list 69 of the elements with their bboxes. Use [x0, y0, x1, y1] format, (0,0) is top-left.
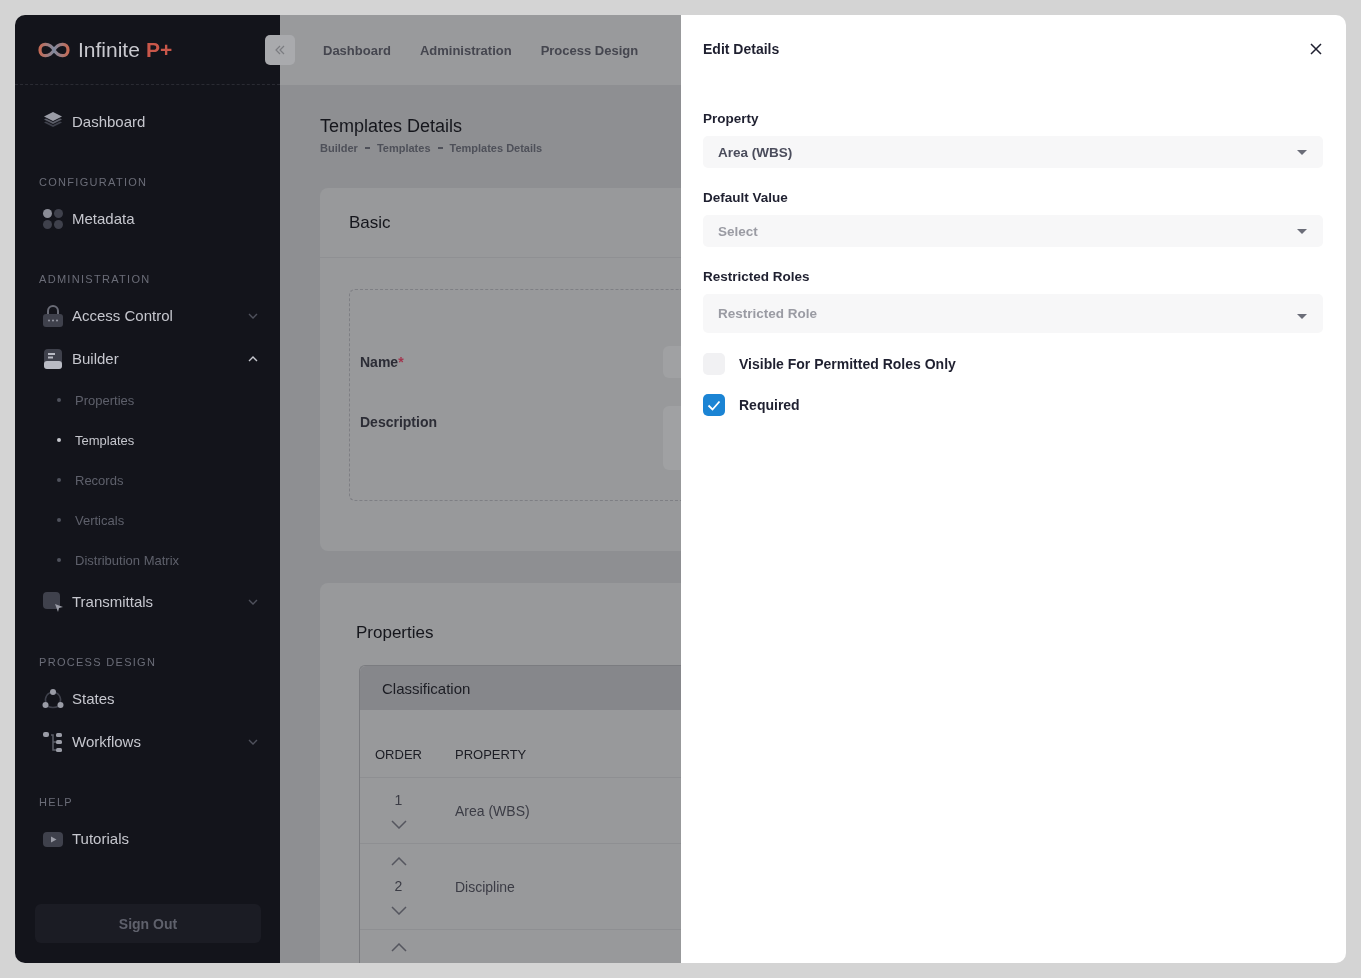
checkbox-label: Required: [739, 397, 800, 413]
nav-link[interactable]: Dashboard: [323, 42, 391, 58]
select-field[interactable]: Select: [703, 215, 1323, 247]
card-title: Basic: [349, 212, 391, 233]
submenu-item[interactable]: Templates: [15, 420, 280, 460]
field-label: Property: [703, 110, 760, 128]
select-field[interactable]: Area (WBS): [703, 136, 1323, 168]
submenu-item[interactable]: Records: [15, 460, 280, 500]
breadcrumb-separator: [364, 147, 370, 149]
doc-icon: [42, 347, 64, 370]
section-heading: ADMINISTRATION: [38, 272, 152, 286]
breadcrumb-link[interactable]: Templates Details: [449, 142, 543, 154]
checkbox[interactable]: [703, 394, 725, 416]
input-field[interactable]: [663, 346, 681, 378]
transmit-icon: [42, 590, 64, 613]
caret-icon: [1297, 228, 1307, 234]
drawer-title: Edit Details: [703, 41, 780, 57]
brand-name: Infinite: [78, 37, 140, 62]
breadcrumb-link[interactable]: Builder: [320, 142, 358, 154]
nav-link[interactable]: Administration: [419, 42, 512, 58]
field-label: Restricted Roles: [703, 268, 811, 286]
table-cell-text: Discipline: [454, 878, 515, 895]
checkbox-label: Visible For Permitted Roles Only: [739, 356, 956, 372]
move-up-icon[interactable]: [390, 943, 407, 952]
nav-link[interactable]: Process Design: [540, 42, 639, 58]
check-icon: [707, 399, 721, 411]
page-title: Templates Details: [320, 115, 464, 137]
card-title: Properties: [356, 622, 435, 644]
field-label: Name*: [360, 353, 405, 370]
table-cell: 1: [394, 791, 403, 809]
section-heading: PROCESS DESIGN: [38, 655, 158, 669]
move-down-icon[interactable]: [390, 906, 407, 915]
sidebar-item[interactable]: Workflows: [15, 720, 280, 763]
breadcrumb-separator: [437, 147, 443, 149]
submenu-item[interactable]: Distribution Matrix: [15, 540, 280, 580]
submenu-item[interactable]: Properties: [15, 380, 280, 420]
submenu-item[interactable]: Verticals: [15, 500, 280, 540]
caret-icon: [1297, 149, 1307, 155]
states-icon: [42, 687, 64, 710]
move-up-icon[interactable]: [390, 857, 407, 866]
dots-icon: [42, 207, 64, 230]
input-field[interactable]: [663, 406, 681, 470]
sidebar-item[interactable]: States: [15, 677, 280, 720]
field-label: Default Value: [703, 189, 789, 207]
double-chevron-left-icon: [274, 45, 286, 55]
sidebar-item[interactable]: Metadata: [15, 197, 280, 240]
sidebar-item[interactable]: Builder: [15, 337, 280, 380]
collapse-button[interactable]: [265, 35, 295, 65]
lock-icon: [42, 304, 64, 327]
section-heading: HELP: [38, 795, 74, 809]
table-cell: 2: [394, 877, 403, 895]
sign-out-button[interactable]: Sign Out: [35, 904, 261, 943]
table-cell-text: Area (WBS): [454, 802, 530, 819]
field-label: Description: [360, 413, 438, 430]
sidebar-item[interactable]: Access Control: [15, 294, 280, 337]
column-header: PROPERTY: [455, 746, 527, 764]
sidebar-item[interactable]: Tutorials: [15, 817, 280, 860]
section-heading: CONFIGURATION: [38, 175, 149, 189]
brand-suffix: P+: [145, 37, 173, 62]
move-down-icon[interactable]: [390, 820, 407, 829]
workflow-icon: [42, 730, 64, 753]
sidebar-item[interactable]: Transmittals: [15, 580, 280, 623]
caret-icon: [1297, 314, 1307, 319]
sidebar-item[interactable]: Dashboard: [15, 100, 280, 143]
column-header: ORDER: [375, 746, 423, 764]
close-icon: [1310, 43, 1322, 55]
table-title: Classification: [382, 679, 471, 697]
select-field[interactable]: Restricted Role: [703, 294, 1323, 333]
breadcrumb-link[interactable]: Templates: [376, 142, 431, 154]
